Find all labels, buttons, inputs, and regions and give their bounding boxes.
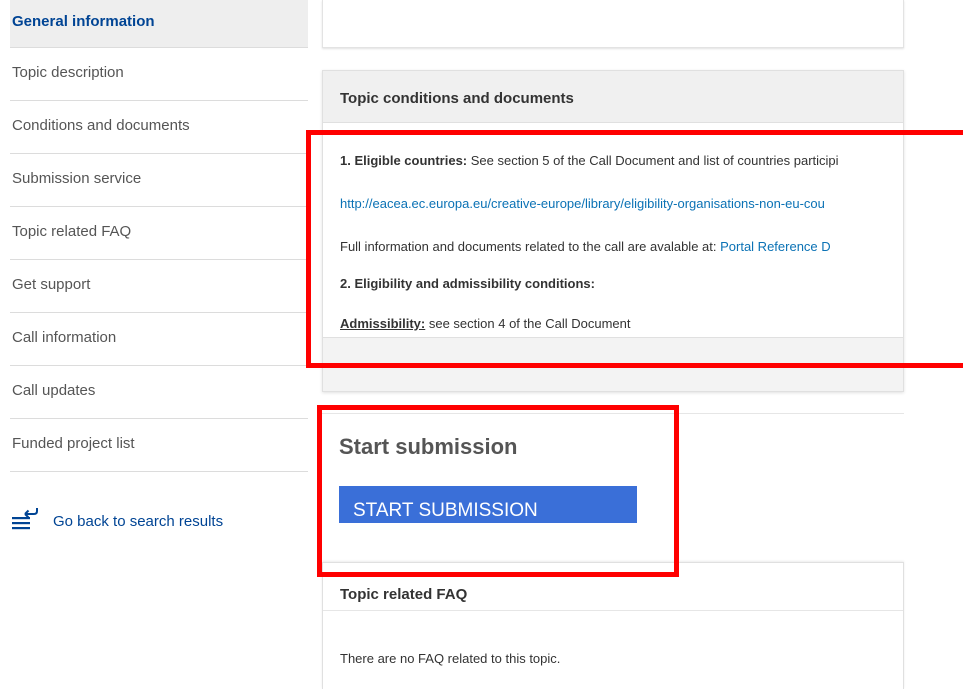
admissibility-line: Admissibility: see section 4 of the Call…	[340, 316, 630, 332]
general-info-panel	[322, 0, 904, 48]
eligible-countries-line: 1. Eligible countries: See section 5 of …	[340, 153, 839, 169]
sidebar-item-funded-project-list[interactable]: Funded project list	[10, 419, 308, 472]
submission-title: Start submission	[339, 434, 518, 459]
conditions-panel: Topic conditions and documents 1. Eligib…	[322, 70, 904, 392]
sidebar-item-topic-related-faq[interactable]: Topic related FAQ	[10, 207, 308, 260]
conditions-panel-body: 1. Eligible countries: See section 5 of …	[323, 123, 903, 339]
conditions-panel-footer	[323, 337, 903, 391]
sidebar-item-call-updates[interactable]: Call updates	[10, 366, 308, 419]
sidebar-item-conditions-and-documents[interactable]: Conditions and documents	[10, 101, 308, 154]
eligibility-url-link[interactable]: http://eacea.ec.europa.eu/creative-europ…	[340, 196, 825, 211]
eligible-countries-text: See section 5 of the Call Document and l…	[467, 153, 839, 168]
eligible-countries-label: 1. Eligible countries:	[340, 153, 468, 168]
faq-panel: Topic related FAQ There are no FAQ relat…	[322, 562, 904, 689]
full-info-line: Full information and documents related t…	[340, 239, 831, 255]
sidebar-item-get-support[interactable]: Get support	[10, 260, 308, 313]
sidebar: General information Topic description Co…	[10, 0, 308, 472]
submission-panel: Start submission START SUBMISSION	[322, 413, 904, 561]
sidebar-item-general-information[interactable]: General information	[10, 0, 308, 48]
full-info-text: Full information and documents related t…	[340, 239, 721, 254]
conditions-panel-title: Topic conditions and documents	[323, 71, 903, 123]
admissibility-label: Admissibility:	[340, 316, 426, 331]
back-to-search-link[interactable]: Go back to search results	[10, 506, 223, 536]
back-list-icon	[10, 506, 40, 536]
sidebar-item-topic-description[interactable]: Topic description	[10, 48, 308, 101]
sidebar-item-call-information[interactable]: Call information	[10, 313, 308, 366]
main-content: Topic conditions and documents 1. Eligib…	[322, 0, 904, 689]
faq-panel-title: Topic related FAQ	[323, 563, 903, 611]
eligibility-url-line: http://eacea.ec.europa.eu/creative-europ…	[340, 196, 825, 212]
back-link-label: Go back to search results	[53, 512, 224, 530]
eligibility-heading: 2. Eligibility and admissibility conditi…	[340, 276, 595, 291]
sidebar-item-submission-service[interactable]: Submission service	[10, 154, 308, 207]
portal-reference-link[interactable]: Portal Reference D	[720, 239, 831, 254]
start-submission-button[interactable]: START SUBMISSION	[339, 486, 637, 523]
admissibility-text: see section 4 of the Call Document	[425, 316, 631, 331]
faq-empty-message: There are no FAQ related to this topic.	[340, 651, 561, 666]
